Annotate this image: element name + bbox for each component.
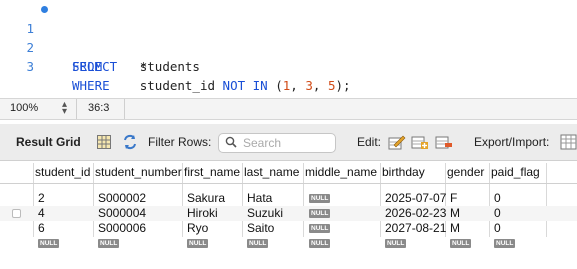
edit-label: Edit: xyxy=(357,135,382,149)
filter-rows-label: Filter Rows: xyxy=(148,135,212,149)
cell-last-name[interactable]: Suzuki xyxy=(247,206,283,221)
cell-student-id[interactable]: 2 xyxy=(38,191,45,206)
column-header-first-name[interactable]: first_name xyxy=(184,161,240,183)
cell-birthday[interactable]: 2026-02-23 xyxy=(385,206,446,221)
cell-first-name[interactable]: Ryo xyxy=(187,221,208,236)
null-badge[interactable]: NULL xyxy=(98,239,120,248)
search-icon xyxy=(225,136,237,151)
cell-paid-flag[interactable]: 0 xyxy=(494,191,501,206)
zoom-level[interactable]: 100% xyxy=(10,102,38,114)
export-import-label: Export/Import: xyxy=(474,135,550,149)
null-badge[interactable]: NULL xyxy=(309,224,331,233)
sql-paren: ( xyxy=(275,78,283,93)
null-badge[interactable]: NULL xyxy=(247,239,269,248)
sql-text: student_id xyxy=(139,78,216,93)
line-number: 3 xyxy=(26,59,34,74)
sql-editor[interactable]: 1 SELECT * 2 FROM students 3 WHERE stude… xyxy=(0,0,577,94)
refresh-icon[interactable] xyxy=(122,134,138,153)
cell-student-number[interactable]: S000004 xyxy=(98,206,146,221)
result-grid-tab[interactable]: Result Grid xyxy=(16,124,81,160)
zoom-stepper-icon[interactable]: ▴ ▾ xyxy=(62,100,67,117)
cell-first-name[interactable]: Hiroki xyxy=(187,206,218,221)
table-row[interactable]: 6 S000006 Ryo Saito NULL 2027-08-21 M 0 xyxy=(0,221,577,236)
editor-status-bar: 100% ▴ ▾ 36:3 xyxy=(0,98,577,120)
null-badge[interactable]: NULL xyxy=(450,239,472,248)
sql-keyword: NOT IN xyxy=(222,78,268,93)
editor-line-3[interactable]: 3 WHERE student_id NOT IN (1, 3, 5); xyxy=(0,38,350,93)
cell-last-name[interactable]: Saito xyxy=(247,221,274,236)
null-badge[interactable]: NULL xyxy=(309,209,331,218)
cell-student-number[interactable]: S000002 xyxy=(98,191,146,206)
cell-birthday[interactable]: 2025-07-07 xyxy=(385,191,446,206)
column-header-student-id[interactable]: student_id xyxy=(35,161,90,183)
cell-gender[interactable]: F xyxy=(450,191,457,206)
divider xyxy=(76,99,77,119)
header-divider xyxy=(0,183,577,184)
null-badge[interactable]: NULL xyxy=(494,239,516,248)
null-badge[interactable]: NULL xyxy=(187,239,209,248)
cell-paid-flag[interactable]: 0 xyxy=(494,206,501,221)
add-row-icon[interactable] xyxy=(411,133,429,154)
cell-student-id[interactable]: 4 xyxy=(38,206,45,221)
sql-text: students xyxy=(139,59,200,74)
filter-search-input[interactable]: Search xyxy=(218,133,336,153)
null-badge[interactable]: NULL xyxy=(38,239,60,248)
statement-marker-icon xyxy=(41,6,48,13)
grid-layout-icon[interactable] xyxy=(97,135,111,152)
cursor-position: 36:3 xyxy=(88,102,110,114)
null-badge[interactable]: NULL xyxy=(309,194,331,203)
column-header-last-name[interactable]: last_name xyxy=(244,161,299,183)
cell-last-name[interactable]: Hata xyxy=(247,191,272,206)
cell-gender[interactable]: M xyxy=(450,206,460,221)
result-toolbar: Result Grid Filter Rows: Search Edit: Ex… xyxy=(0,124,577,161)
null-badge[interactable]: NULL xyxy=(309,239,331,248)
cell-birthday[interactable]: 2027-08-21 xyxy=(385,221,446,236)
column-header-birthday[interactable]: birthday xyxy=(382,161,425,183)
cell-student-id[interactable]: 6 xyxy=(38,221,45,236)
sql-comma: , xyxy=(312,78,328,93)
row-selector-icon[interactable] xyxy=(12,209,21,218)
column-header-paid-flag[interactable]: paid_flag xyxy=(491,161,540,183)
sql-keyword: WHERE xyxy=(72,78,110,93)
sql-comma: , xyxy=(290,78,306,93)
column-header-student-number[interactable]: student_number xyxy=(95,161,182,183)
sql-paren: ); xyxy=(335,78,351,93)
edit-row-icon[interactable] xyxy=(388,133,406,154)
column-header-gender[interactable]: gender xyxy=(447,161,484,183)
delete-row-icon[interactable] xyxy=(435,133,453,154)
column-header-middle-name[interactable]: middle_name xyxy=(305,161,377,183)
result-grid[interactable]: student_id student_number first_name las… xyxy=(0,161,577,269)
export-icon[interactable] xyxy=(560,133,577,154)
table-row[interactable]: 4 S000004 Hiroki Suzuki NULL 2026-02-23 … xyxy=(0,206,577,221)
sql-keyword: FROM xyxy=(72,59,103,74)
cell-gender[interactable]: M xyxy=(450,221,460,236)
cell-first-name[interactable]: Sakura xyxy=(187,191,225,206)
table-row[interactable]: 2 S000002 Sakura Hata NULL 2025-07-07 F … xyxy=(0,191,577,206)
cell-student-number[interactable]: S000006 xyxy=(98,221,146,236)
cell-paid-flag[interactable]: 0 xyxy=(494,221,501,236)
editor-line-1[interactable]: 1 SELECT * xyxy=(0,0,147,74)
sql-number: 3 xyxy=(305,78,313,93)
new-row[interactable]: NULL NULL NULL NULL NULL NULL NULL NULL xyxy=(0,236,577,251)
search-placeholder: Search xyxy=(243,136,282,150)
null-badge[interactable]: NULL xyxy=(385,239,407,248)
editor-line-2[interactable]: 2 FROM students xyxy=(0,19,200,74)
divider xyxy=(124,99,125,119)
